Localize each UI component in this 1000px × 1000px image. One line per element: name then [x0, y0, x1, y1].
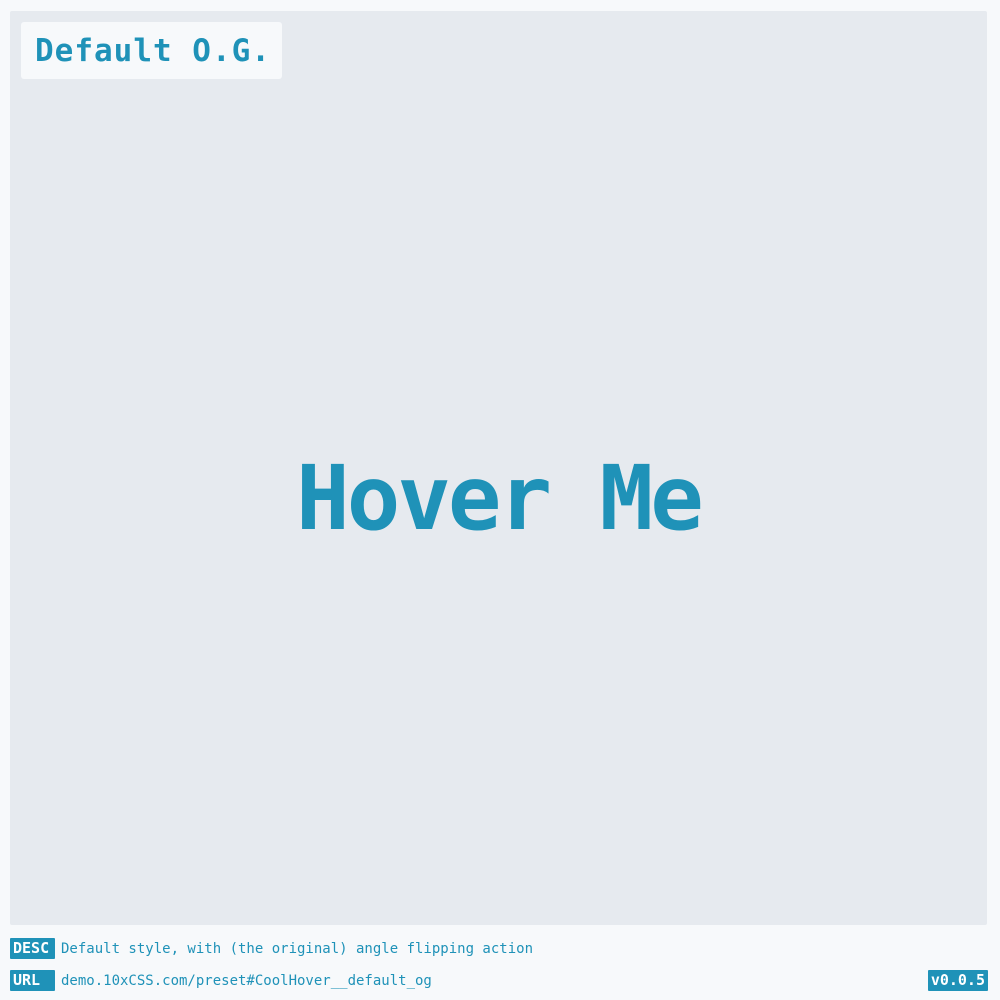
hover-me-button[interactable]: Hover Me — [10, 448, 987, 548]
url-link[interactable]: demo.10xCSS.com/preset#CoolHover__defaul… — [61, 973, 432, 989]
demo-stage: Default O.G. Hover Me — [10, 11, 987, 925]
description-text: Default style, with (the original) angle… — [61, 940, 534, 957]
title-card: Default O.G. — [21, 22, 282, 79]
version-badge: v0.0.5 — [927, 970, 988, 991]
desc-tag: DESC — [10, 938, 55, 959]
hover-me-label: Hover Me — [296, 445, 704, 550]
page-title: Default O.G. — [35, 32, 271, 69]
url-row: URL demo.10xCSS.com/preset#CoolHover__de… — [10, 970, 432, 991]
url-tag: URL — [10, 970, 55, 991]
description-row: DESC Default style, with (the original) … — [10, 938, 533, 959]
